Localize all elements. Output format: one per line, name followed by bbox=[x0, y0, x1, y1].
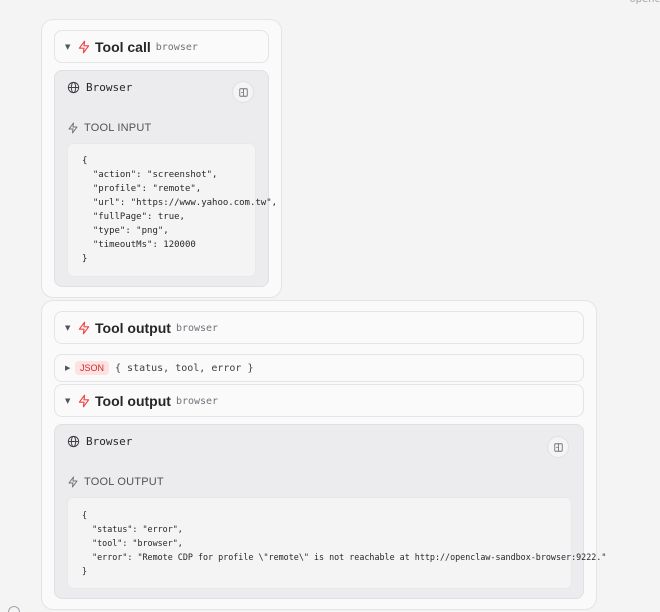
expand-icon bbox=[553, 442, 563, 452]
bolt-icon bbox=[67, 476, 79, 488]
tool-output-tag-2: browser bbox=[175, 395, 219, 407]
bolt-icon bbox=[77, 394, 91, 408]
caret-down-icon: ▼ bbox=[65, 323, 71, 332]
tool-input-code: { "action": "screenshot", "profile": "re… bbox=[67, 143, 277, 277]
globe-icon bbox=[67, 81, 80, 94]
tool-call-panel: Browser TOOL INPUT { "action": "screensh… bbox=[54, 70, 277, 287]
tool-output-header-1[interactable]: ▼ Tool output browser bbox=[54, 311, 584, 344]
tool-output-card: ▼ Tool output browser ▶ JSON { status, t… bbox=[41, 300, 606, 610]
tool-call-header[interactable]: ▼ Tool call browser bbox=[54, 30, 269, 63]
json-summary: { status, tool, error } bbox=[115, 362, 254, 374]
expand-button[interactable] bbox=[232, 81, 254, 103]
expand-button[interactable] bbox=[547, 436, 569, 458]
expand-icon bbox=[238, 87, 248, 97]
section-label-text: TOOL OUTPUT bbox=[84, 476, 164, 488]
panel-title-text: Browser bbox=[86, 81, 133, 94]
tool-output-code: { "status": "error", "tool": "browser", … bbox=[67, 497, 606, 589]
panel-title: Browser bbox=[67, 81, 132, 94]
globe-icon bbox=[67, 435, 80, 448]
panel-title: Browser bbox=[67, 435, 132, 448]
tool-call-card: ▼ Tool call browser Browser TOOL INPUT {… bbox=[41, 19, 282, 298]
tool-call-tag: browser bbox=[155, 41, 198, 53]
bolt-icon bbox=[77, 40, 91, 54]
section-label-text: TOOL INPUT bbox=[84, 122, 152, 134]
tool-call-title: Tool call bbox=[95, 38, 151, 55]
tool-output-tag-1: browser bbox=[175, 322, 219, 334]
caret-down-icon: ▼ bbox=[65, 42, 71, 51]
tool-output-panel: Browser TOOL OUTPUT { "status": "error",… bbox=[54, 424, 606, 599]
section-label: TOOL INPUT bbox=[67, 122, 151, 134]
bolt-icon bbox=[77, 321, 91, 335]
section-label: TOOL OUTPUT bbox=[67, 476, 164, 488]
corner-text: openc bbox=[630, 0, 660, 5]
bolt-icon bbox=[67, 122, 79, 134]
json-row[interactable]: ▶ JSON { status, tool, error } bbox=[54, 354, 584, 382]
tool-output-title-1: Tool output bbox=[95, 319, 171, 336]
panel-title-text: Browser bbox=[86, 435, 133, 448]
caret-right-icon: ▶ bbox=[65, 364, 71, 372]
json-badge: JSON bbox=[75, 361, 110, 375]
tool-output-title-2: Tool output bbox=[95, 392, 171, 409]
caret-down-icon: ▼ bbox=[65, 396, 71, 405]
tool-output-header-2[interactable]: ▼ Tool output browser bbox=[54, 384, 584, 417]
avatar bbox=[8, 606, 20, 612]
